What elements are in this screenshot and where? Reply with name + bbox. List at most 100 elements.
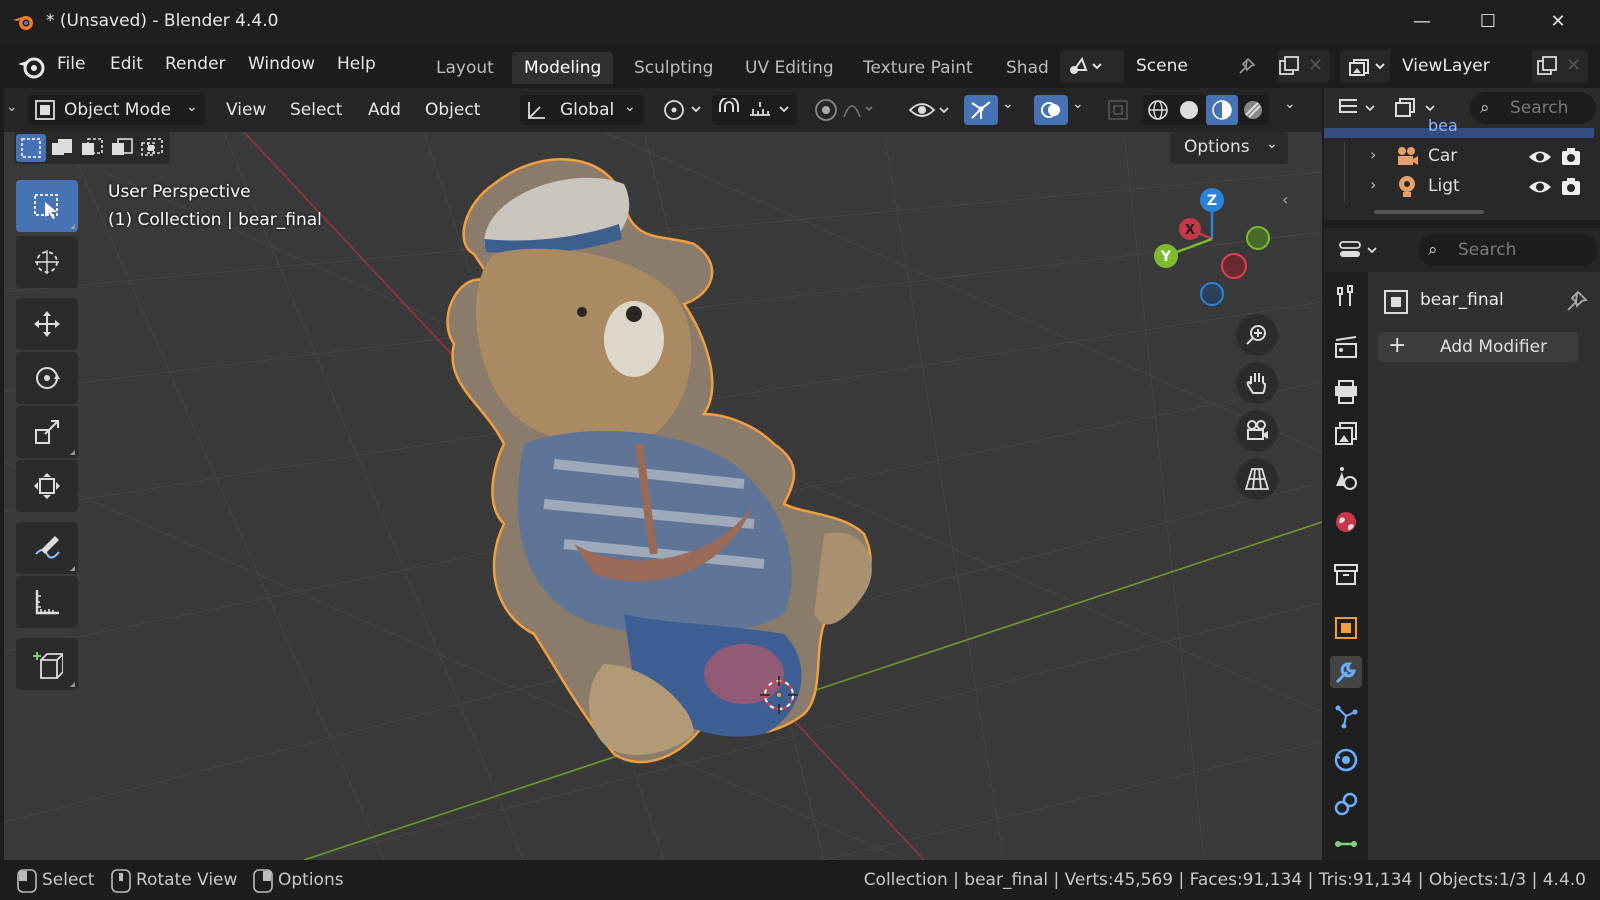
shading-chevron-icon[interactable]: ⌄ [1284,96,1296,112]
mode-selector[interactable]: Object Mode ⌄ [28,95,206,125]
pivot-point-icon[interactable] [662,97,706,123]
tool-measure[interactable] [16,576,78,628]
particles-tab[interactable] [1330,700,1362,732]
properties-search-field[interactable]: ⌕ Search [1418,234,1598,266]
menu-file[interactable]: File [57,54,85,74]
add-modifier-button[interactable]: + Add Modifier [1378,332,1578,362]
expand-chevron-icon[interactable]: › [1370,175,1376,194]
outliner-row-camera[interactable]: › Car [1324,142,1594,202]
rendered-shading-icon[interactable] [1242,99,1264,121]
overlays-toggle-button[interactable] [1034,95,1068,125]
tab-uv-editing[interactable]: UV Editing [733,52,846,84]
collection-tab[interactable] [1330,558,1362,590]
tool-more-indicator [70,224,75,229]
vp-menu-object[interactable]: Object [425,95,480,125]
pin-icon[interactable] [1564,290,1588,314]
data-tab[interactable] [1330,832,1362,852]
render-tab[interactable] [1330,332,1362,364]
tool-annotate[interactable] [16,522,78,574]
object-visibility-icon[interactable] [908,96,954,124]
menu-edit[interactable]: Edit [110,54,143,74]
close-window-button[interactable]: ✕ [1532,6,1584,38]
eye-icon[interactable] [1528,178,1552,196]
xray-icon[interactable] [1106,98,1130,122]
new-view-layer-icon[interactable] [1536,56,1558,76]
projection-toggle-button[interactable] [1236,458,1278,500]
view-layer-tab[interactable] [1330,418,1362,450]
select-invert-icon[interactable] [110,137,134,159]
tool-transform[interactable] [16,460,78,512]
delete-scene-icon[interactable]: ✕ [1308,50,1323,82]
tab-modeling[interactable]: Modeling [512,52,614,84]
menu-window[interactable]: Window [248,54,315,74]
view-layer-selector[interactable]: ViewLayer ✕ [1340,50,1588,82]
wireframe-shading-icon[interactable] [1147,99,1169,121]
data-icon [1335,841,1357,847]
outliner-scrollbar[interactable] [1374,210,1484,214]
scene-selector[interactable]: Scene ✕ [1060,50,1330,82]
editor-type-chevron-icon[interactable]: ⌄ [6,99,18,115]
pan-view-button[interactable] [1236,362,1278,404]
tab-sculpting[interactable]: Sculpting [622,52,725,84]
physics-tab[interactable] [1330,744,1362,776]
snap-increment-icon[interactable] [748,99,796,121]
render-camera-icon[interactable] [1560,176,1582,198]
vp-menu-view[interactable]: View [226,95,266,125]
delete-view-layer-icon[interactable]: ✕ [1566,50,1581,82]
select-extend-icon[interactable] [50,137,74,159]
tool-cursor[interactable] [16,236,78,288]
3d-viewport[interactable]: User Perspective (1) Collection | bear_f… [4,132,1322,860]
proportional-editing-icon[interactable] [812,97,878,123]
output-tab[interactable] [1330,376,1362,408]
menu-help[interactable]: Help [337,54,376,74]
new-scene-icon[interactable] [1278,56,1300,76]
tool-scale[interactable] [16,406,78,458]
zoom-view-button[interactable] [1236,314,1278,356]
tab-texture-paint[interactable]: Texture Paint [851,52,985,84]
sidebar-toggle-icon[interactable]: ‹ [1282,190,1288,209]
tool-add-cube[interactable] [16,638,78,690]
view-layer-name-field[interactable]: ViewLayer [1390,50,1532,82]
material-preview-button[interactable] [1206,95,1238,125]
properties-tab-column [1324,272,1368,860]
tool-move[interactable] [16,298,78,350]
select-subtract-icon[interactable] [80,137,104,159]
modifier-tab[interactable] [1330,656,1362,688]
navigation-gizmo[interactable]: Z X Y [1154,184,1274,314]
pin-icon[interactable] [1238,57,1256,75]
menu-render[interactable]: Render [165,54,226,74]
overlays-chevron-icon[interactable]: ⌄ [1072,96,1084,112]
properties-editor-icon[interactable] [1338,238,1384,262]
maximize-button[interactable]: ☐ [1462,6,1514,38]
gizmo-chevron-icon[interactable]: ⌄ [1002,96,1014,112]
tool-select-box[interactable] [16,180,78,232]
gizmo-toggle-button[interactable] [964,95,998,125]
scene-tab[interactable] [1330,462,1362,494]
render-camera-icon[interactable] [1560,146,1582,168]
tool-tab[interactable] [1330,280,1362,312]
outliner-row-selected[interactable]: bea [1324,116,1594,138]
vp-menu-add[interactable]: Add [368,95,401,125]
world-tab[interactable] [1330,506,1362,538]
outliner-editor-icon[interactable] [1336,96,1380,120]
outliner-row-light[interactable]: › Ligt [1324,172,1594,202]
tab-shading[interactable]: Shad [994,52,1050,84]
select-intersect-icon[interactable] [140,137,164,159]
solid-shading-icon[interactable] [1178,99,1200,121]
blender-menu-icon[interactable] [16,54,46,80]
expand-chevron-icon[interactable]: › [1370,145,1376,164]
tab-layout[interactable]: Layout [424,52,506,84]
select-new-button[interactable] [16,134,46,162]
camera-view-button[interactable] [1236,410,1278,452]
constraints-tab[interactable] [1330,788,1362,820]
snap-magnet-icon[interactable] [716,98,742,122]
tool-rotate[interactable] [16,352,78,404]
outliner-search-field[interactable]: ⌕ Search [1470,92,1596,124]
bear-final-object[interactable] [424,144,904,774]
vp-menu-select[interactable]: Select [290,95,342,125]
viewport-options-button[interactable]: Options ⌄ [1170,132,1288,164]
transform-orientation-selector[interactable]: Global ⌄ [520,95,644,125]
minimize-button[interactable]: — [1396,6,1448,38]
object-tab[interactable] [1330,612,1362,644]
eye-icon[interactable] [1528,148,1552,166]
